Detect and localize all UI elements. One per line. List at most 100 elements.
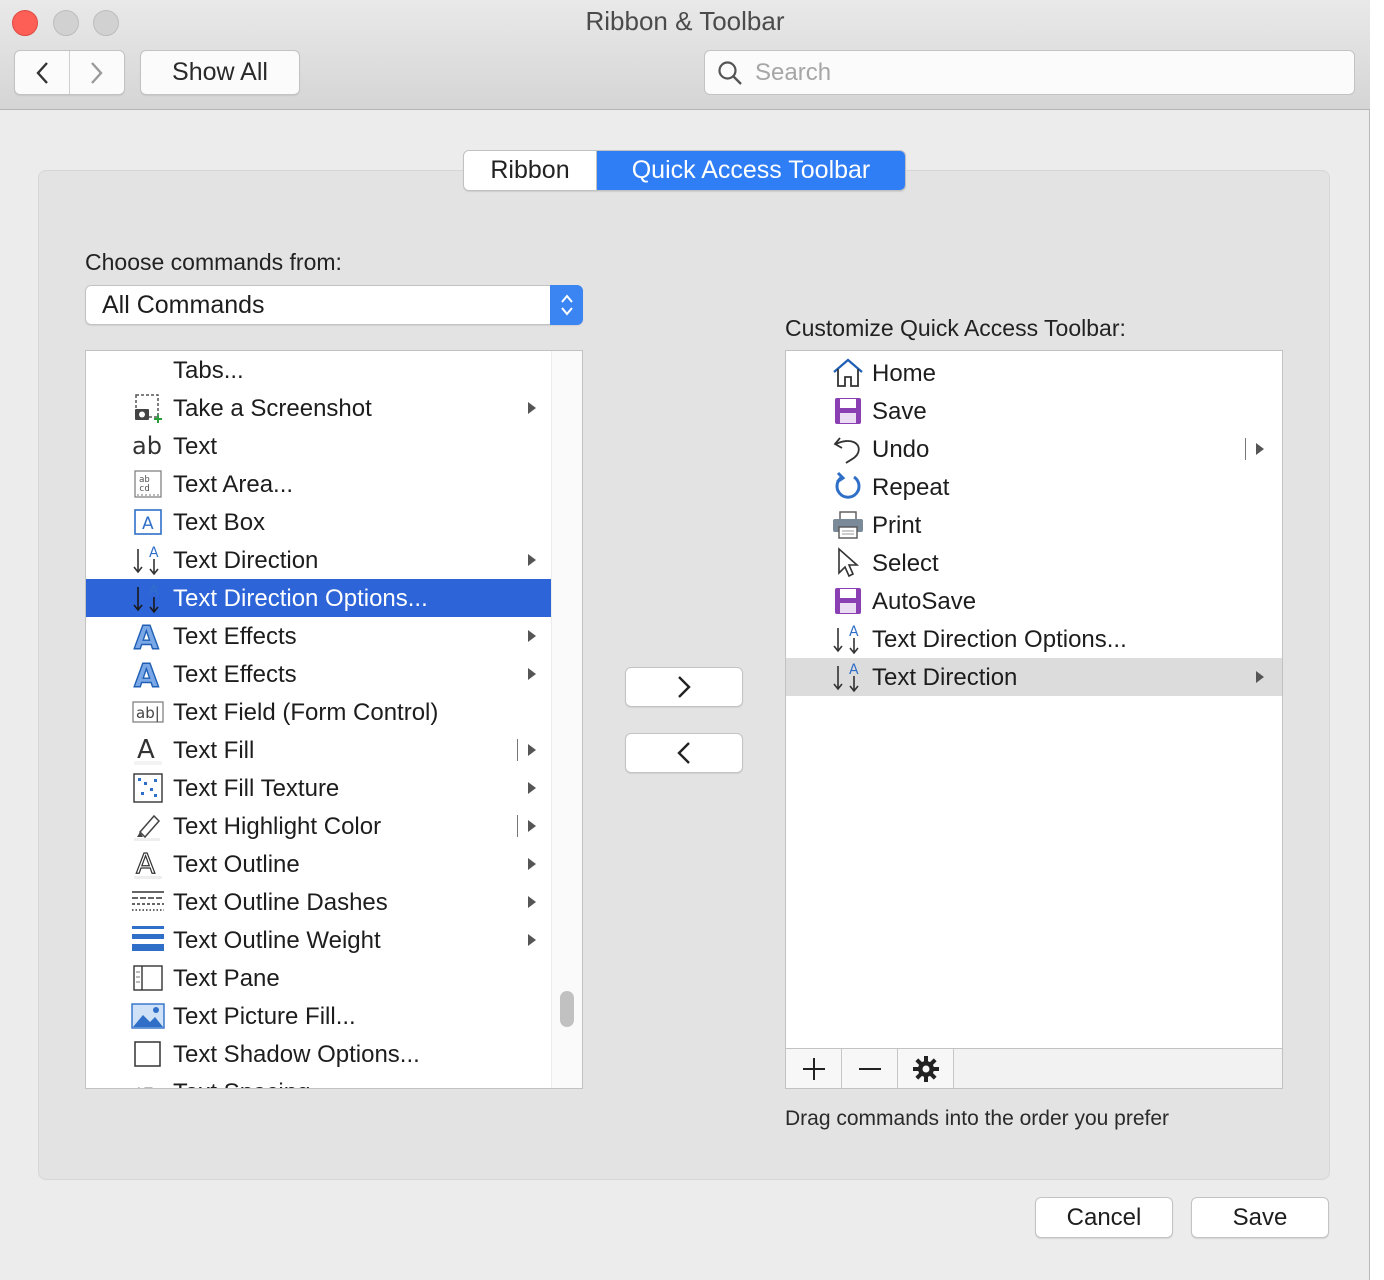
text-field-icon: ab| bbox=[130, 697, 166, 727]
command-item[interactable]: Text Picture Fill... bbox=[86, 997, 552, 1035]
command-item-label: Tabs... bbox=[173, 357, 244, 384]
drag-hint: Drag commands into the order you prefer bbox=[785, 1107, 1170, 1130]
command-item[interactable]: A Text Outline bbox=[86, 845, 552, 883]
outline-weight-icon bbox=[130, 925, 166, 955]
text-fill-texture-icon bbox=[130, 773, 166, 803]
svg-text:AZ: AZ bbox=[134, 1086, 153, 1089]
text-direction-icon: A bbox=[830, 624, 866, 655]
toolbar-item[interactable]: Repeat bbox=[786, 468, 1282, 506]
command-item[interactable]: Text Outline Dashes bbox=[86, 883, 552, 921]
search-field[interactable] bbox=[704, 50, 1355, 95]
command-item[interactable]: ab| Text Field (Form Control) bbox=[86, 693, 552, 731]
command-item[interactable]: A Text Direction Options... bbox=[86, 579, 552, 617]
command-item-label: Text Effects bbox=[173, 623, 297, 650]
svg-text:A: A bbox=[134, 658, 159, 690]
submenu-arrow-icon[interactable] bbox=[528, 782, 536, 794]
save-icon bbox=[830, 396, 866, 426]
svg-text:ab: ab bbox=[132, 432, 162, 460]
text-effects-icon: A bbox=[130, 620, 166, 652]
commands-source-select[interactable]: All Commands bbox=[85, 285, 583, 325]
submenu-arrow-icon[interactable] bbox=[1256, 671, 1264, 683]
commands-list[interactable]: Tabs... Take a Screenshot ab Text ab cd Text A… bbox=[85, 350, 583, 1089]
svg-text:A: A bbox=[849, 662, 859, 678]
add-command-button[interactable] bbox=[786, 1049, 842, 1088]
plus-icon bbox=[802, 1058, 825, 1080]
cancel-button[interactable]: Cancel bbox=[1035, 1197, 1173, 1238]
submenu-arrow-icon[interactable] bbox=[528, 554, 536, 566]
submenu-arrow-icon[interactable] bbox=[528, 934, 536, 946]
list-actions-bar bbox=[786, 1048, 1282, 1088]
home-icon bbox=[830, 358, 866, 388]
command-item[interactable]: Text Fill Texture bbox=[86, 769, 552, 807]
select-stepper[interactable] bbox=[550, 285, 583, 325]
scrollbar-thumb[interactable] bbox=[560, 991, 574, 1027]
toolbar-item-label: Select bbox=[872, 550, 939, 577]
toolbar-item[interactable]: A Text Direction Options... bbox=[786, 620, 1282, 658]
commands-rows: Tabs... Take a Screenshot ab Text ab cd Text A… bbox=[86, 351, 552, 1089]
command-item-label: Text Outline Dashes bbox=[173, 889, 388, 916]
command-item-label: Text Fill bbox=[173, 737, 255, 764]
submenu-arrow-icon[interactable] bbox=[528, 744, 536, 756]
command-item[interactable]: Tabs... bbox=[86, 351, 552, 389]
text-direction-icon: A bbox=[130, 545, 166, 576]
toolbar-item[interactable]: Undo bbox=[786, 430, 1282, 468]
save-button[interactable]: Save bbox=[1191, 1197, 1329, 1238]
submenu-arrow-icon[interactable] bbox=[528, 630, 536, 642]
svg-text:A: A bbox=[137, 735, 155, 765]
submenu-arrow-icon[interactable] bbox=[528, 668, 536, 680]
toolbar-item[interactable]: Home bbox=[786, 354, 1282, 392]
command-item[interactable]: AZ Text Spacing bbox=[86, 1073, 552, 1089]
add-to-toolbar-button[interactable] bbox=[625, 667, 743, 707]
tab-quick-access-toolbar[interactable]: Quick Access Toolbar bbox=[597, 151, 905, 190]
tab-ribbon[interactable]: Ribbon bbox=[464, 151, 597, 190]
command-item[interactable]: A Text Effects bbox=[86, 655, 552, 693]
command-item[interactable]: Take a Screenshot bbox=[86, 389, 552, 427]
command-item-label: Text Outline Weight bbox=[173, 927, 381, 954]
command-item[interactable]: Text Pane bbox=[86, 959, 552, 997]
search-input[interactable] bbox=[753, 57, 1313, 88]
split-divider bbox=[517, 815, 518, 837]
command-item[interactable]: A Text Effects bbox=[86, 617, 552, 655]
command-item[interactable]: A Text Fill bbox=[86, 731, 552, 769]
toolbar-item[interactable]: AutoSave bbox=[786, 582, 1282, 620]
toolbar-item[interactable]: Print bbox=[786, 506, 1282, 544]
command-item[interactable]: A Text Box bbox=[86, 503, 552, 541]
toolbar-item[interactable]: Select bbox=[786, 544, 1282, 582]
outline-dashes-icon bbox=[130, 887, 166, 917]
submenu-arrow-icon[interactable] bbox=[528, 858, 536, 870]
command-item[interactable]: Text Highlight Color bbox=[86, 807, 552, 845]
chevron-up-down-icon bbox=[560, 294, 573, 316]
toolbar-item[interactable]: Save bbox=[786, 392, 1282, 430]
back-button[interactable] bbox=[15, 51, 69, 94]
repeat-icon bbox=[830, 471, 866, 502]
toolbar-item-label: Text Direction Options... bbox=[872, 626, 1127, 653]
nav-buttons bbox=[14, 50, 125, 95]
command-item[interactable]: Text Outline Weight bbox=[86, 921, 552, 959]
toolbar-commands-list[interactable]: Home Save Undo Repeat Print Select AutoSave A Te… bbox=[785, 350, 1283, 1089]
remove-from-toolbar-button[interactable] bbox=[625, 733, 743, 773]
split-divider bbox=[517, 739, 518, 761]
svg-text:ab|: ab| bbox=[136, 704, 160, 722]
commands-scrollbar[interactable] bbox=[551, 351, 582, 1088]
command-item[interactable]: A Text Direction bbox=[86, 541, 552, 579]
command-item[interactable]: ab cd Text Area... bbox=[86, 465, 552, 503]
toolbar-item-label: AutoSave bbox=[872, 588, 977, 615]
forward-button[interactable] bbox=[69, 51, 124, 94]
text-box-icon: A bbox=[130, 507, 166, 537]
show-all-button[interactable]: Show All bbox=[140, 50, 300, 95]
remove-command-button[interactable] bbox=[842, 1049, 898, 1088]
none-icon bbox=[130, 355, 166, 385]
text-area-icon: ab cd bbox=[130, 469, 166, 499]
picture-fill-icon bbox=[130, 1001, 166, 1031]
undo-icon bbox=[830, 434, 866, 464]
submenu-arrow-icon[interactable] bbox=[1256, 443, 1264, 455]
toolbar-item[interactable]: A Text Direction bbox=[786, 658, 1282, 696]
command-item[interactable]: ab Text bbox=[86, 427, 552, 465]
command-item-label: Text Shadow Options... bbox=[173, 1041, 420, 1068]
submenu-arrow-icon[interactable] bbox=[528, 820, 536, 832]
command-item-label: Text Direction bbox=[173, 547, 319, 574]
command-item[interactable]: Text Shadow Options... bbox=[86, 1035, 552, 1073]
submenu-arrow-icon[interactable] bbox=[528, 402, 536, 414]
settings-button[interactable] bbox=[898, 1049, 954, 1088]
submenu-arrow-icon[interactable] bbox=[528, 896, 536, 908]
